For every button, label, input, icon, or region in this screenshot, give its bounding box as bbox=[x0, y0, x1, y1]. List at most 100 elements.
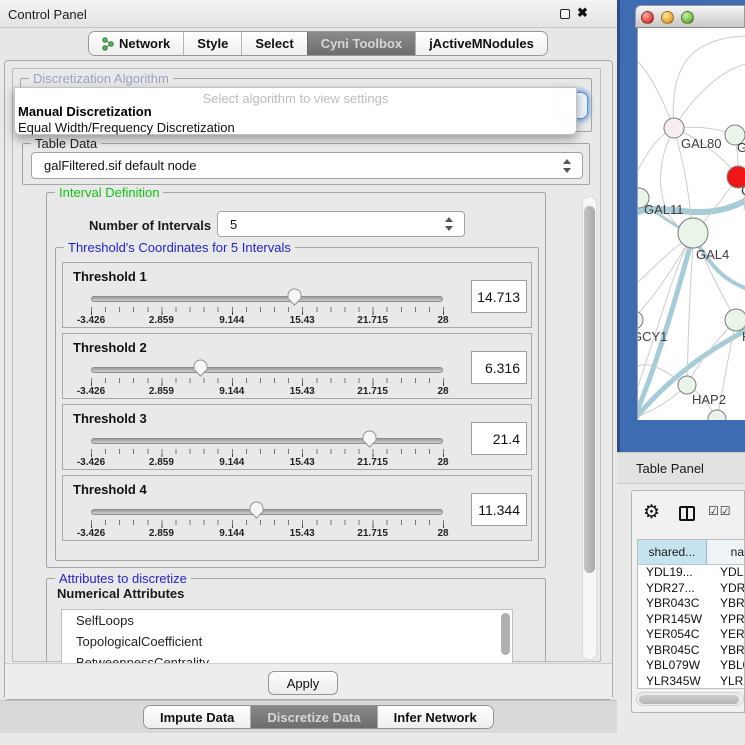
network-window-titlebar[interactable] bbox=[635, 5, 745, 28]
control-panel-titlebar: Control Panel ✖ bbox=[0, 0, 617, 28]
top-tab-row: Network Style Select Cyni Toolbox jActiv… bbox=[0, 28, 617, 60]
tab-discretize-data[interactable]: Discretize Data bbox=[250, 706, 376, 728]
cell: YBR0 bbox=[712, 596, 744, 612]
tab-cyni-toolbox[interactable]: Cyni Toolbox bbox=[307, 32, 415, 55]
node-table: shared... na YDL19...YDL1 YDR27...YDR2 Y… bbox=[637, 539, 745, 689]
table-panel-title: Table Panel bbox=[636, 461, 704, 476]
close-icon[interactable]: ✖ bbox=[577, 5, 588, 21]
columns-icon[interactable] bbox=[679, 506, 695, 521]
threshold-3-label: Threshold 3 bbox=[73, 411, 147, 426]
node-h[interactable] bbox=[725, 309, 745, 331]
scale-label: 2.859 bbox=[149, 528, 174, 539]
combo-stepper-icon bbox=[563, 159, 572, 173]
gear-icon[interactable]: ⚙ bbox=[643, 503, 660, 522]
table-hscrollbar-track[interactable] bbox=[636, 692, 744, 706]
threshold-4-slider-thumb[interactable] bbox=[249, 501, 264, 519]
tab-infer-network[interactable]: Infer Network bbox=[377, 706, 493, 728]
threshold-3-value-field[interactable] bbox=[471, 422, 527, 455]
tab-style-label: Style bbox=[197, 36, 228, 51]
scale-label: 15.43 bbox=[290, 528, 315, 539]
threshold-2-label: Threshold 2 bbox=[73, 340, 147, 355]
node-gcy1[interactable] bbox=[638, 311, 643, 329]
cell: YBR0 bbox=[712, 643, 744, 659]
scale-label: 2.859 bbox=[149, 457, 174, 468]
node-label-gal11: GAL11 bbox=[644, 202, 684, 217]
cell: YBL079W bbox=[638, 658, 712, 674]
table-row[interactable]: YBL079WYBL0 bbox=[638, 658, 744, 674]
threshold-1-value-field[interactable] bbox=[471, 280, 527, 313]
menu-item-equal-width-frequency[interactable]: Equal Width/Frequency Discretization bbox=[18, 120, 235, 135]
minimize-traffic-light[interactable] bbox=[661, 11, 674, 24]
scale-label: 21.715 bbox=[357, 528, 388, 539]
table-row[interactable]: YLR345WYLR3 bbox=[638, 674, 744, 690]
node-gal80[interactable] bbox=[664, 118, 684, 138]
tab-select[interactable]: Select bbox=[241, 32, 306, 55]
threshold-2-slider-track[interactable] bbox=[91, 367, 443, 373]
list-scrollbar[interactable] bbox=[501, 613, 510, 655]
network-canvas[interactable]: GAL80 GA C GAL11 GAL4 GCY1 H HAP2 bbox=[637, 28, 745, 420]
list-item-selfloops[interactable]: SelfLoops bbox=[62, 610, 512, 631]
threshold-2-value-field[interactable] bbox=[471, 351, 527, 384]
cell: YBR045C bbox=[638, 643, 712, 659]
close-traffic-light[interactable] bbox=[641, 11, 654, 24]
threshold-1-slider-track[interactable] bbox=[91, 296, 443, 302]
scale-label: 15.43 bbox=[290, 386, 315, 397]
scale-label: -3.426 bbox=[77, 386, 105, 397]
threshold-4-value-field[interactable] bbox=[471, 493, 527, 526]
number-of-intervals-label: Number of Intervals bbox=[89, 218, 211, 233]
cyni-mode-tabs: Impute Data Discretize Data Infer Networ… bbox=[143, 705, 494, 729]
slider-scale-labels: -3.426 2.859 9.144 15.43 21.715 28 bbox=[91, 315, 443, 327]
column-header-shared-name[interactable]: shared... bbox=[638, 540, 707, 564]
interval-definition-title: Interval Definition bbox=[55, 185, 163, 200]
table-row[interactable]: YDL19...YDL1 bbox=[638, 565, 744, 581]
column-header-name[interactable]: na bbox=[707, 540, 744, 564]
node-partial-bottom[interactable] bbox=[708, 410, 726, 420]
threshold-2-slider-thumb[interactable] bbox=[193, 359, 208, 377]
cell: YDL19... bbox=[638, 565, 712, 581]
table-row[interactable]: YPR145WYPR1 bbox=[638, 612, 744, 628]
node-label-gcy1: GCY1 bbox=[638, 329, 667, 344]
threshold-3-slider-thumb[interactable] bbox=[362, 430, 377, 448]
menu-item-manual-discretization[interactable]: Manual Discretization bbox=[18, 104, 152, 119]
cell: YDL1 bbox=[712, 565, 744, 581]
threshold-4-slider-track[interactable] bbox=[91, 509, 443, 515]
node-label-gal4: GAL4 bbox=[696, 247, 729, 262]
interval-definition-group: Interval Definition Number of Intervals … bbox=[46, 192, 546, 568]
select-columns-checkboxes-icon[interactable]: ☑☑ bbox=[708, 504, 732, 518]
panel-scrollbar-thumb[interactable] bbox=[584, 206, 595, 573]
threshold-1-panel: Threshold 1 -3.426 2.859 9.144 15.43 21.… bbox=[62, 262, 532, 328]
apply-button[interactable]: Apply bbox=[268, 671, 338, 695]
node-label-hap2: HAP2 bbox=[692, 392, 726, 407]
tab-impute-data[interactable]: Impute Data bbox=[144, 706, 250, 728]
table-hscrollbar-thumb[interactable] bbox=[639, 695, 739, 704]
node-gal4[interactable] bbox=[678, 218, 708, 248]
table-row[interactable]: YBR043CYBR0 bbox=[638, 596, 744, 612]
scale-label: 21.715 bbox=[357, 457, 388, 468]
zoom-traffic-light[interactable] bbox=[681, 11, 694, 24]
threshold-2-panel: Threshold 2 -3.426 2.859 9.144 15.43 21.… bbox=[62, 333, 532, 399]
threshold-3-slider-track[interactable] bbox=[91, 438, 443, 444]
tab-jactivemnodules[interactable]: jActiveMNodules bbox=[415, 32, 547, 55]
threshold-1-slider-thumb[interactable] bbox=[287, 288, 302, 306]
table-data-combobox[interactable]: galFiltered.sif default node bbox=[31, 152, 583, 179]
table-row[interactable]: YDR27...YDR2 bbox=[638, 581, 744, 597]
table-row[interactable]: YER054CYER0 bbox=[638, 627, 744, 643]
table-data-group: Table Data galFiltered.sif default node bbox=[22, 143, 590, 185]
table-header-row: shared... na bbox=[638, 540, 744, 565]
numerical-attributes-label: Numerical Attributes bbox=[57, 586, 184, 601]
number-of-intervals-combobox[interactable]: 5 bbox=[217, 211, 465, 237]
float-window-icon[interactable] bbox=[560, 9, 570, 19]
tab-style[interactable]: Style bbox=[183, 32, 241, 55]
scale-label: 15.43 bbox=[290, 457, 315, 468]
attributes-title: Attributes to discretize bbox=[55, 571, 191, 586]
scale-label: 9.144 bbox=[219, 315, 244, 326]
panel-scrollbar-track[interactable] bbox=[582, 196, 597, 660]
tab-network[interactable]: Network bbox=[89, 32, 183, 55]
node-label-c: C bbox=[741, 183, 745, 198]
table-data-title: Table Data bbox=[31, 136, 101, 151]
table-row[interactable]: YBR045CYBR0 bbox=[638, 643, 744, 659]
threshold-1-label: Threshold 1 bbox=[73, 269, 147, 284]
scale-label: 28 bbox=[437, 386, 448, 397]
list-item-topologicalcoefficient[interactable]: TopologicalCoefficient bbox=[62, 631, 512, 652]
scale-label: 2.859 bbox=[149, 386, 174, 397]
